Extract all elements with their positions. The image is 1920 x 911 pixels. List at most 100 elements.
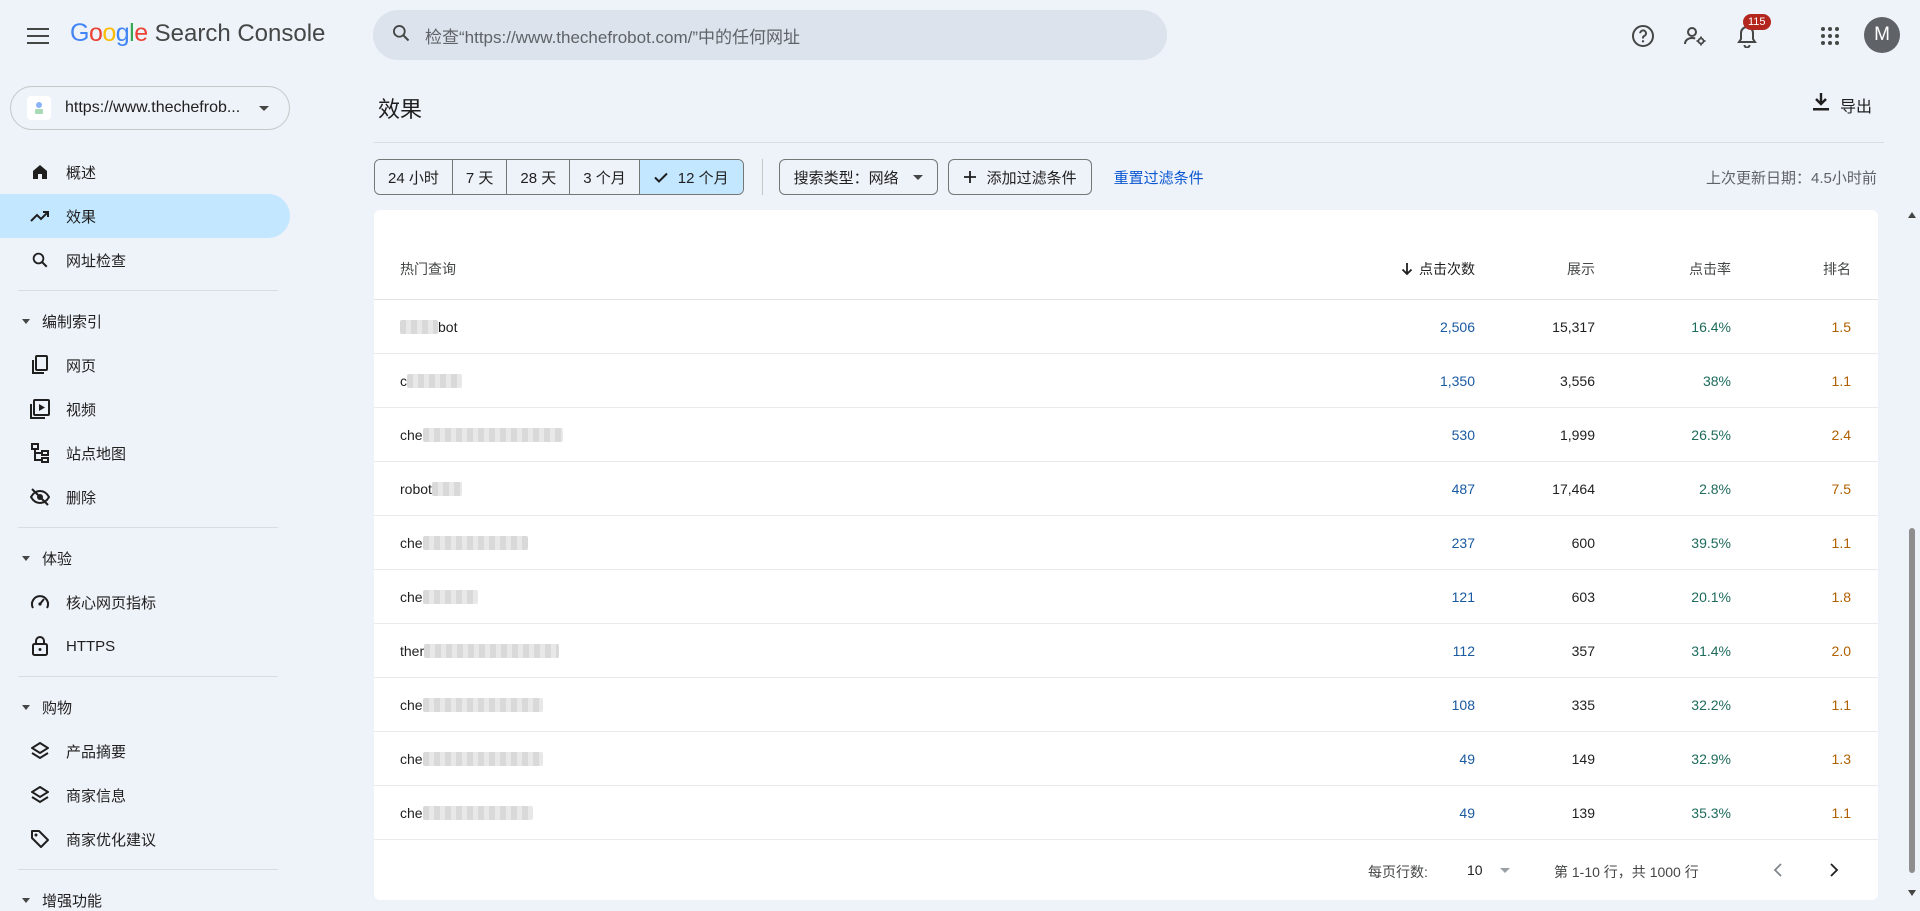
position-cell: 1.5 xyxy=(1831,318,1851,335)
clicks-cell: 112 xyxy=(1452,642,1475,659)
page-scrollbar[interactable] xyxy=(1906,210,1918,900)
query-cell: che xyxy=(400,516,528,569)
table-row[interactable]: c 1,350 3,556 38% 1.1 xyxy=(374,354,1878,408)
sidebar-item-core-web-vitals[interactable]: 核心网页指标 xyxy=(0,580,290,624)
scroll-up-icon[interactable] xyxy=(1908,212,1916,218)
sidebar-item-product-snippets[interactable]: 产品摘要 xyxy=(0,729,290,773)
date-range-28d[interactable]: 28 天 xyxy=(507,160,571,194)
apps-grid-icon[interactable] xyxy=(1812,18,1848,54)
sidebar-item-url-inspection[interactable]: 网址检查 xyxy=(0,238,290,282)
download-icon xyxy=(1812,92,1830,117)
query-cell: che xyxy=(400,408,563,461)
notifications-icon[interactable]: 115 xyxy=(1729,14,1771,54)
column-header-impressions[interactable]: 展示 xyxy=(1567,238,1595,299)
account-avatar[interactable]: M xyxy=(1864,17,1900,53)
collapse-arrow-icon xyxy=(22,318,30,324)
redacted-text xyxy=(422,427,563,442)
section-enhancements[interactable]: 增强功能 xyxy=(0,878,290,911)
chevron-left-icon xyxy=(1773,863,1782,877)
search-type-dropdown[interactable]: 搜索类型：网络 xyxy=(778,159,938,195)
export-button[interactable]: 导出 xyxy=(1812,92,1872,117)
section-shopping[interactable]: 购物 xyxy=(0,685,290,729)
sidebar-item-shopping-opportunities[interactable]: 商家优化建议 xyxy=(0,817,290,861)
clicks-cell: 121 xyxy=(1451,588,1475,605)
impressions-cell: 600 xyxy=(1571,534,1595,551)
table-row[interactable]: che 108 335 32.2% 1.1 xyxy=(374,678,1878,732)
scrollbar-thumb[interactable] xyxy=(1909,528,1915,873)
sidebar-item-merchant-listings[interactable]: 商家信息 xyxy=(0,773,290,817)
position-cell: 1.3 xyxy=(1831,750,1851,767)
notification-badge: 115 xyxy=(1743,14,1771,30)
impressions-cell: 139 xyxy=(1571,804,1595,821)
sidebar-item-overview[interactable]: 概述 xyxy=(0,150,290,194)
table-row[interactable]: robot 487 17,464 2.8% 7.5 xyxy=(374,462,1878,516)
sidebar-item-sitemaps[interactable]: 站点地图 xyxy=(0,431,290,475)
clicks-cell: 487 xyxy=(1451,480,1475,497)
sidebar-item-label: 效果 xyxy=(66,208,97,226)
sidebar-item-https[interactable]: HTTPS xyxy=(0,624,290,668)
layers-icon xyxy=(30,741,50,761)
rows-per-page-select[interactable]: 10 xyxy=(1467,862,1483,878)
redacted-text xyxy=(422,535,528,550)
date-range-24h[interactable]: 24 小时 xyxy=(375,160,453,194)
date-range-3m[interactable]: 3 个月 xyxy=(570,160,640,194)
previous-page-button[interactable] xyxy=(1764,856,1792,884)
section-experience[interactable]: 体验 xyxy=(0,536,290,580)
collapse-arrow-icon xyxy=(22,555,30,561)
table-row[interactable]: ther 112 357 31.4% 2.0 xyxy=(374,624,1878,678)
date-range-7d[interactable]: 7 天 xyxy=(452,160,508,194)
reset-filters-link[interactable]: 重置过滤条件 xyxy=(1114,167,1204,188)
sidebar-item-removals[interactable]: 删除 xyxy=(0,475,290,519)
add-filter-button[interactable]: 添加过滤条件 xyxy=(947,159,1092,195)
speed-icon xyxy=(30,592,50,612)
sidebar-item-performance[interactable]: 效果 xyxy=(0,194,290,238)
query-cell: che xyxy=(400,678,543,731)
column-header-query[interactable]: 热门查询 xyxy=(400,238,456,299)
sitemap-icon xyxy=(30,443,50,463)
clicks-cell: 2,506 xyxy=(1439,318,1475,335)
chevron-down-icon[interactable] xyxy=(1500,868,1510,873)
impressions-cell: 335 xyxy=(1571,696,1595,713)
plus-icon xyxy=(963,170,977,184)
next-page-button[interactable] xyxy=(1820,856,1848,884)
sidebar-item-videos[interactable]: 视频 xyxy=(0,387,290,431)
column-header-ctr[interactable]: 点击率 xyxy=(1689,238,1731,299)
position-cell: 1.1 xyxy=(1831,804,1851,821)
column-header-position[interactable]: 排名 xyxy=(1823,238,1851,299)
property-selector[interactable]: https://www.thechefrob... xyxy=(10,86,290,130)
table-row[interactable]: che 530 1,999 26.5% 2.4 xyxy=(374,408,1878,462)
table-row[interactable]: che 121 603 20.1% 1.8 xyxy=(374,570,1878,624)
manage-users-icon[interactable] xyxy=(1677,18,1713,54)
query-text: bot xyxy=(438,318,458,335)
redacted-text xyxy=(422,805,533,820)
sidebar-item-label: 商家信息 xyxy=(66,787,127,805)
ctr-cell: 39.5% xyxy=(1691,534,1731,551)
app-logo[interactable]: Google Search Console xyxy=(70,19,325,48)
table-row[interactable]: bot 2,506 15,317 16.4% 1.5 xyxy=(374,300,1878,354)
layers-icon xyxy=(30,785,50,805)
help-icon[interactable] xyxy=(1625,18,1661,54)
query-cell: robot xyxy=(400,462,462,515)
sidebar-item-label: 概述 xyxy=(66,164,97,182)
ctr-cell: 20.1% xyxy=(1691,588,1731,605)
redacted-text xyxy=(407,373,462,388)
column-header-clicks[interactable]: 点击次数 xyxy=(1401,238,1475,299)
query-text: c xyxy=(400,372,407,389)
date-range-12m[interactable]: 12 个月 xyxy=(639,160,743,194)
chevron-right-icon xyxy=(1830,863,1839,877)
table-row[interactable]: che 237 600 39.5% 1.1 xyxy=(374,516,1878,570)
section-title: 增强功能 xyxy=(42,892,103,910)
sidebar-item-pages[interactable]: 网页 xyxy=(0,343,290,387)
sidebar-item-label: 网页 xyxy=(66,357,97,375)
search-icon xyxy=(30,250,50,270)
section-title: 编制索引 xyxy=(42,313,103,331)
section-indexing[interactable]: 编制索引 xyxy=(0,299,290,343)
impressions-cell: 603 xyxy=(1571,588,1595,605)
url-inspect-search[interactable]: 检查“https://www.thechefrobot.com/”中的任何网址 xyxy=(373,10,1167,60)
table-row[interactable]: che 49 149 32.9% 1.3 xyxy=(374,732,1878,786)
collapse-arrow-icon xyxy=(22,704,30,710)
table-row[interactable]: che 49 139 35.3% 1.1 xyxy=(374,786,1878,840)
search-icon xyxy=(391,23,411,48)
scroll-down-icon[interactable] xyxy=(1908,890,1916,896)
menu-icon[interactable] xyxy=(22,20,54,52)
